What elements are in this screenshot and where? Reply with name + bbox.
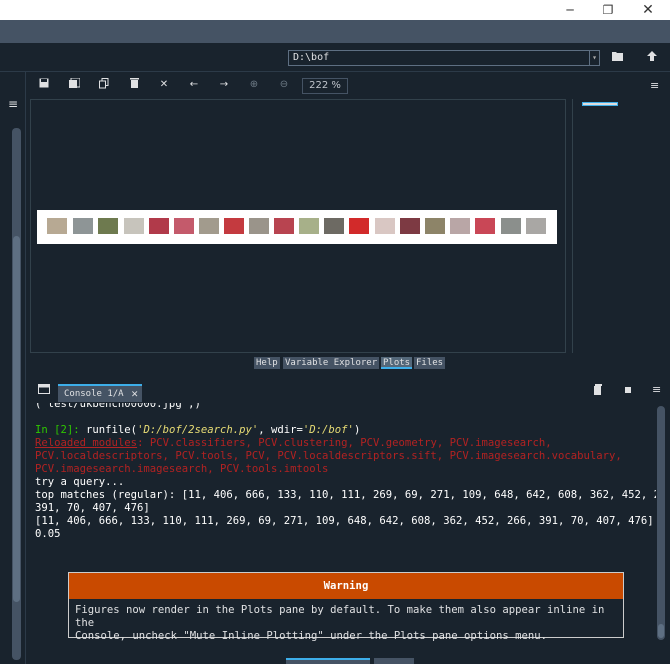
plots-toolbar [28, 72, 670, 98]
tab-help[interactable]: Help [254, 357, 280, 369]
console-line: top matches (regular): [11, 406, 666, 13… [35, 489, 656, 501]
zoom-out-icon[interactable]: ⊖ [276, 78, 292, 92]
console-scrollbar[interactable] [657, 406, 665, 640]
copy-icon[interactable] [96, 78, 112, 92]
plot-image [37, 210, 557, 244]
thumbnail [249, 218, 269, 234]
trash-icon[interactable] [126, 78, 142, 92]
reloaded-modules-line: Reloaded modules: PCV.classifiers, PCV.c… [35, 437, 656, 450]
code-string: 'D:/bof' [302, 424, 354, 436]
reloaded-modules-label: Reloaded modules [35, 437, 138, 449]
reloaded-modules-text: : PCV.classifiers, PCV.clustering, PCV.g… [137, 437, 552, 449]
folder-open-icon[interactable] [609, 50, 627, 66]
thumbnail [526, 218, 546, 234]
close-window-icon[interactable]: ✕ [628, 0, 668, 20]
tab-console[interactable]: Console 1/A ✕ [58, 384, 142, 402]
save-all-icon[interactable] [66, 77, 82, 92]
console-line: [11, 406, 666, 133, 110, 111, 269, 69, 2… [35, 515, 654, 527]
thumbnail [450, 218, 470, 234]
zoom-level[interactable]: 222 % [302, 78, 348, 94]
thumbnail [425, 218, 445, 234]
console-line: try a query... [35, 476, 125, 488]
minimize-icon[interactable]: ─ [550, 0, 590, 20]
close-icon[interactable]: ✕ [131, 386, 138, 402]
thumbnail [324, 218, 344, 234]
reloaded-modules-line: PCV.imagesearch.imagesearch, PCV.tools.i… [35, 463, 329, 475]
main-toolbar [0, 20, 670, 43]
warning-line: Console, uncheck "Mute Inline Plotting" … [75, 630, 547, 642]
input-prompt: In [2]: [35, 424, 87, 436]
left-scrollbar-handle[interactable] [13, 236, 20, 602]
thumbnail [124, 218, 144, 234]
console-line: 391, 70, 407, 476] [35, 502, 150, 514]
console-scrollbar-handle[interactable] [658, 624, 664, 638]
plots-options-menu-icon[interactable]: ≡ [650, 80, 659, 92]
tab-files[interactable]: Files [414, 357, 446, 369]
thumbnail [349, 218, 369, 234]
hamburger-menu-icon[interactable]: ≡ [6, 98, 20, 110]
console-line: 0.05 [35, 528, 61, 540]
tab-plots[interactable]: Plots [381, 357, 413, 369]
plots-thumbnail-panel [572, 99, 670, 353]
stop-kernel-icon[interactable] [593, 384, 603, 398]
console-input-line: In [2]: runfile('D:/bof/2search.py', wdi… [35, 424, 656, 437]
thumbnail [224, 218, 244, 234]
remove-all-icon[interactable]: ✕ [156, 78, 172, 92]
arrow-left-icon[interactable]: ← [186, 78, 202, 92]
plot-thumbnail[interactable] [582, 102, 618, 106]
working-directory-value: D:\bof [293, 52, 330, 63]
tab-variable-explorer[interactable]: Variable Explorer [283, 357, 380, 369]
thumbnail [98, 218, 118, 234]
arrow-up-icon[interactable] [643, 50, 661, 66]
warning-line: Figures now render in the Plots pane by … [75, 604, 605, 629]
console-line: ( test/ukbench00000.jpg ,) [35, 403, 201, 410]
thumbnail [375, 218, 395, 234]
code-text: runfile( [86, 424, 138, 436]
thumbnail [400, 218, 420, 234]
thumbnail [149, 218, 169, 234]
thumbnail [501, 218, 521, 234]
console-tab-label: Console 1/A [64, 389, 124, 399]
tab-ipython-console[interactable] [286, 658, 370, 664]
code-text: , wdir= [258, 424, 303, 436]
browse-tabs-icon[interactable] [38, 384, 50, 397]
chevron-down-icon[interactable]: ▾ [589, 51, 599, 65]
zoom-in-icon[interactable]: ⊕ [246, 78, 262, 92]
thumbnail [475, 218, 495, 234]
warning-title: Warning [69, 573, 623, 599]
reloaded-modules-line: PCV.localdescriptors, PCV.tools, PCV, PC… [35, 450, 622, 462]
warning-dialog: Warning Figures now render in the Plots … [68, 572, 624, 642]
code-string: 'D:/bof/2search.py' [137, 424, 259, 436]
thumbnail [299, 218, 319, 234]
thumbnail [274, 218, 294, 234]
window-titlebar: ─ ❐ ✕ [0, 0, 670, 20]
thumbnail [199, 218, 219, 234]
console-options-menu-icon[interactable]: ≡ [652, 384, 661, 396]
maximize-icon[interactable]: ❐ [588, 0, 628, 20]
thumbnail [73, 218, 93, 234]
square-icon[interactable] [625, 384, 631, 396]
thumbnail [47, 218, 67, 234]
tab-history[interactable] [374, 658, 414, 664]
thumbnail [174, 218, 194, 234]
code-text: ) [353, 424, 361, 436]
warning-message: Figures now render in the Plots pane by … [69, 599, 623, 648]
save-icon[interactable] [36, 78, 52, 92]
working-directory-combo[interactable]: D:\bof ▾ [288, 50, 600, 66]
arrow-right-icon[interactable]: → [216, 78, 232, 92]
